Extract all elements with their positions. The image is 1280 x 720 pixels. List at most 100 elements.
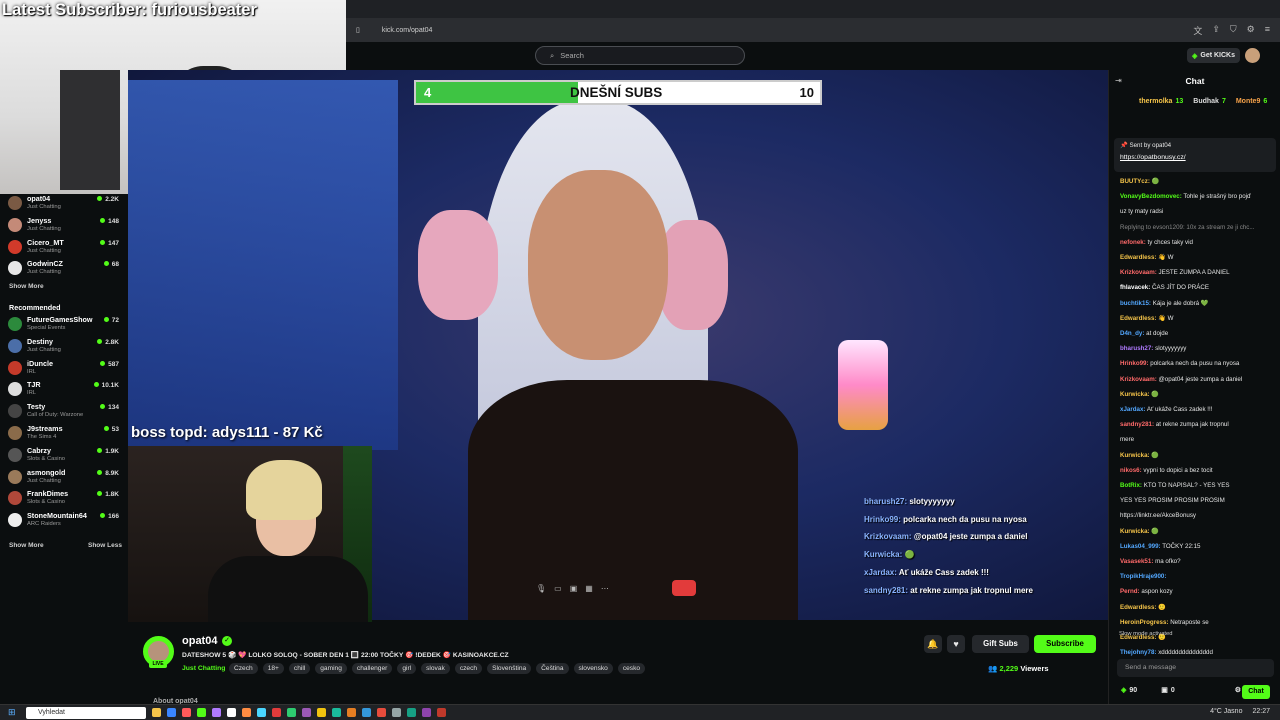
chat-username[interactable]: Edwardless:: [1120, 254, 1156, 261]
tag-chip[interactable]: chill: [288, 663, 311, 674]
chat-username[interactable]: Vasasek51:: [1120, 558, 1153, 565]
sidebar-channel[interactable]: StoneMountain64 ARC Raiders 166: [8, 511, 123, 533]
taskbar-app-icon[interactable]: [407, 708, 416, 717]
taskbar-app-icon[interactable]: [197, 708, 206, 717]
chat-username[interactable]: TropikHraje900:: [1120, 573, 1166, 580]
camera-icon[interactable]: ▭: [554, 584, 562, 593]
taskbar-app-icon[interactable]: [152, 708, 161, 717]
sidebar-channel[interactable]: opat04 Just Chatting 2.2K: [8, 194, 123, 216]
chat-username[interactable]: Pernd:: [1120, 588, 1140, 595]
chat-username[interactable]: HeroinProgress:: [1120, 619, 1168, 626]
show-more-recommended[interactable]: Show More: [9, 542, 44, 549]
category-link[interactable]: Just Chatting: [182, 665, 225, 672]
taskbar-app-icon[interactable]: [422, 708, 431, 717]
chat-username[interactable]: Krizkovaam:: [1120, 376, 1157, 383]
taskbar-app-icon[interactable]: [302, 708, 311, 717]
sidebar-channel[interactable]: TJR IRL 10.1K: [8, 380, 123, 402]
tag-chip[interactable]: slovak: [421, 663, 450, 674]
chat-username[interactable]: Kurwicka:: [1120, 391, 1150, 398]
user-avatar[interactable]: [1245, 48, 1260, 63]
show-less-button[interactable]: Show Less: [88, 542, 122, 549]
sidebar-channel[interactable]: FutureGamesShow Special Events 72: [8, 315, 123, 337]
subscribe-button[interactable]: Subscribe: [1034, 635, 1096, 653]
show-more-following[interactable]: Show More: [9, 283, 44, 290]
extensions-icon[interactable]: ⚙: [1247, 24, 1255, 37]
sidebar-channel[interactable]: FrankDimes Slots & Casino 1.8K: [8, 489, 123, 511]
chat-username[interactable]: sandny281:: [1120, 421, 1154, 428]
taskbar-app-icon[interactable]: [272, 708, 281, 717]
chat-username[interactable]: fhlavacek:: [1120, 284, 1150, 291]
sidebar-channel[interactable]: asmongold Just Chatting 8.9K: [8, 468, 123, 490]
taskbar-app-icon[interactable]: [167, 708, 176, 717]
menu-icon[interactable]: ≡: [1265, 24, 1270, 37]
chat-username[interactable]: Thejohny78:: [1120, 649, 1156, 656]
pinned-user[interactable]: opat04: [1152, 142, 1171, 149]
taskbar-app-icon[interactable]: [257, 708, 266, 717]
tag-chip[interactable]: Czech: [229, 663, 258, 674]
chat-username[interactable]: Edwardless:: [1120, 315, 1156, 322]
share-icon[interactable]: ⇪: [1212, 24, 1220, 37]
sidebar-channel[interactable]: Jenyss Just Chatting 148: [8, 216, 123, 238]
send-chat-button[interactable]: Chat: [1242, 685, 1270, 699]
chat-username[interactable]: BUUTYcz:: [1120, 178, 1150, 185]
chat-username[interactable]: Edwardless:: [1120, 604, 1156, 611]
search-input[interactable]: ⌕ Search: [535, 46, 745, 65]
tag-chip[interactable]: Slovenština: [487, 663, 532, 674]
mic-icon[interactable]: 🎙: [536, 584, 546, 593]
translate-icon[interactable]: 文: [1193, 24, 1202, 37]
chat-username[interactable]: VonavyBezdomovec:: [1120, 193, 1182, 200]
url-text[interactable]: kick.com/opat04: [382, 27, 433, 34]
taskbar-app-icon[interactable]: [287, 708, 296, 717]
windows-start-icon[interactable]: ⊞: [8, 707, 16, 718]
chat-username[interactable]: Hrinko99:: [1120, 360, 1149, 367]
chat-username[interactable]: nikos6:: [1120, 467, 1142, 474]
chat-bubble-icon[interactable]: ▣: [570, 584, 578, 593]
more-icon[interactable]: ⋯: [601, 584, 609, 593]
taskbar-app-icon[interactable]: [392, 708, 401, 717]
chat-username[interactable]: BotRix:: [1120, 482, 1142, 489]
tag-chip[interactable]: czech: [454, 663, 483, 674]
chat-username[interactable]: xJardax:: [1120, 406, 1145, 413]
follow-button[interactable]: ♥: [947, 635, 965, 653]
sidebar-channel[interactable]: J9streams The Sims 4 53: [8, 424, 123, 446]
settings-icon[interactable]: ⚙: [1235, 686, 1241, 694]
tag-chip[interactable]: 18+: [262, 663, 284, 674]
taskbar-app-icon[interactable]: [332, 708, 341, 717]
notification-bell-button[interactable]: 🔔: [924, 635, 942, 653]
chat-input[interactable]: Send a message: [1117, 659, 1274, 677]
pinned-link[interactable]: https://opatbonusy.cz/: [1120, 154, 1270, 161]
chat-username[interactable]: Kurwicka:: [1120, 528, 1150, 535]
chat-username[interactable]: Kurwicka:: [1120, 452, 1150, 459]
taskbar-app-icon[interactable]: [347, 708, 356, 717]
sidebar-channel[interactable]: iDuncle IRL 587: [8, 359, 123, 381]
tag-chip[interactable]: gaming: [315, 663, 347, 674]
sidebar-channel[interactable]: Cabrzy Slots & Casino 1.9K: [8, 446, 123, 468]
taskbar-app-icon[interactable]: [317, 708, 326, 717]
sidebar-channel[interactable]: GodwinCZ Just Chatting 68: [8, 259, 123, 281]
channel-name[interactable]: opat04: [182, 635, 217, 647]
chat-username[interactable]: Krizkovaam:: [1120, 269, 1157, 276]
chat-username[interactable]: nefonek:: [1120, 239, 1146, 246]
sidebar-channel[interactable]: Cicero_MT Just Chatting 147: [8, 238, 123, 260]
tag-chip[interactable]: slovensko: [573, 663, 613, 674]
address-bar[interactable]: ▯ kick.com/opat04 文 ⇪ ⛉ ⚙ ≡: [346, 18, 1280, 42]
taskbar-app-icon[interactable]: [377, 708, 386, 717]
taskbar-search[interactable]: Vyhledat: [26, 707, 146, 719]
tag-chip[interactable]: Čeština: [536, 663, 569, 674]
taskbar-app-icon[interactable]: [362, 708, 371, 717]
tag-chip[interactable]: cesko: [617, 663, 646, 674]
grid-icon[interactable]: ▦: [585, 584, 593, 593]
tag-chip[interactable]: girl: [397, 663, 417, 674]
taskbar-app-icon[interactable]: [242, 708, 251, 717]
gift-subs-button[interactable]: Gift Subs: [972, 635, 1029, 653]
taskbar-app-icon[interactable]: [227, 708, 236, 717]
taskbar-app-icon[interactable]: [182, 708, 191, 717]
taskbar-app-icon[interactable]: [437, 708, 446, 717]
taskbar-app-icon[interactable]: [212, 708, 221, 717]
chat-username[interactable]: Lukas04_999:: [1120, 543, 1161, 550]
sidebar-channel[interactable]: Testy Call of Duty: Warzone 134: [8, 402, 123, 424]
chat-username[interactable]: buchtik15:: [1120, 300, 1151, 307]
sidebar-channel[interactable]: Destiny Just Chatting 2.8K: [8, 337, 123, 359]
chat-username[interactable]: D4n_dy:: [1120, 330, 1144, 337]
chat-username[interactable]: bharush27:: [1120, 345, 1153, 352]
